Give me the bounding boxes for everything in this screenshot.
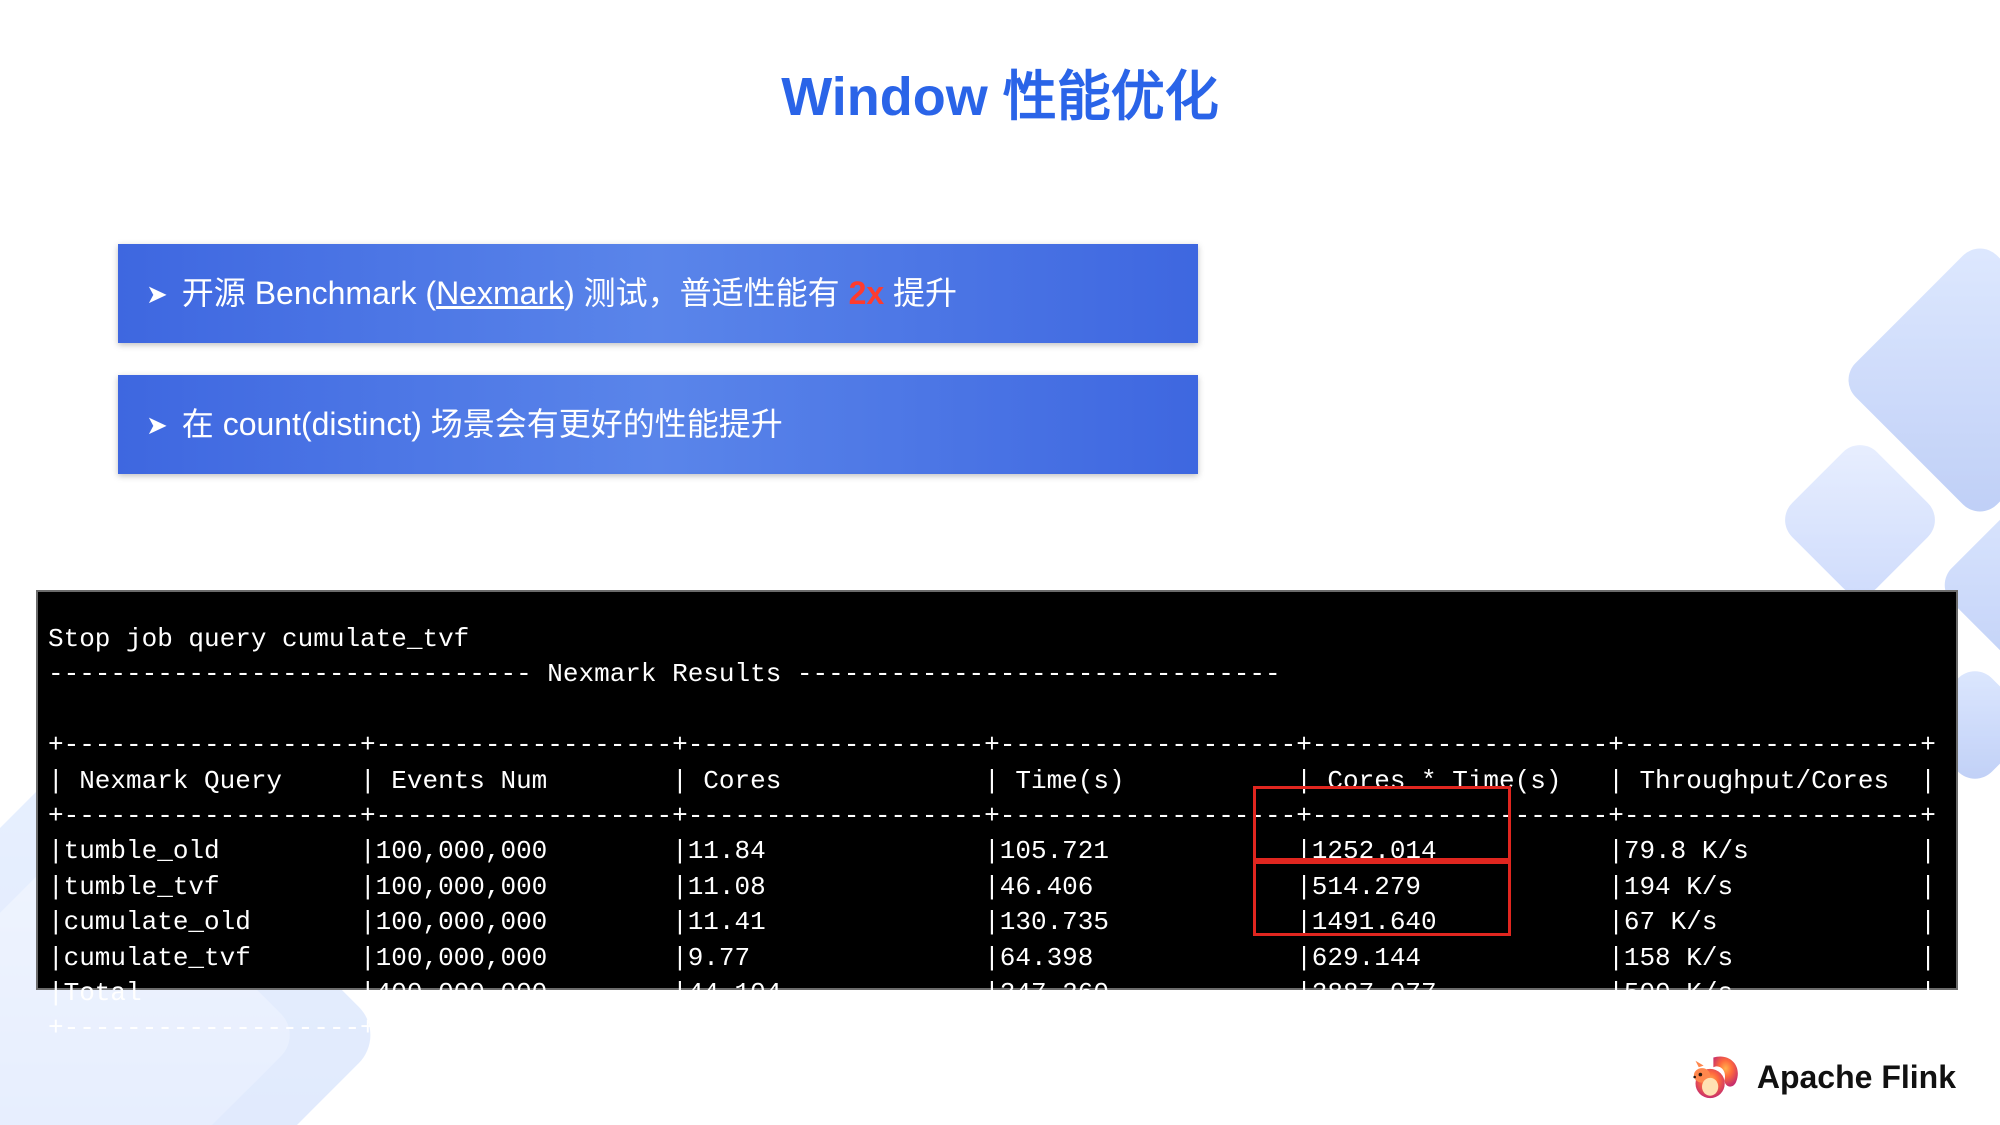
flink-logo-icon [1689,1051,1741,1103]
page-title: Window 性能优化 [0,52,2000,131]
footer-brand-label: Apache Flink [1757,1059,1956,1096]
bullet-1-link: Nexmark [436,275,564,311]
terminal: Stop job query cumulate_tvf ------------… [36,590,1958,990]
arrow-icon: ➤ [146,281,168,307]
bullet-list: ➤ 开源 Benchmark (Nexmark) 测试，普适性能有 2x 提升 … [118,244,1198,506]
bullet-1-pre: 开源 Benchmark ( [182,275,436,311]
bullet-2-text: 在 count(distinct) 场景会有更好的性能提升 [182,403,783,446]
bullet-1-red: 2x [849,275,885,311]
bullet-2: ➤ 在 count(distinct) 场景会有更好的性能提升 [118,375,1198,474]
terminal-output: Stop job query cumulate_tvf ------------… [48,622,1950,1047]
bullet-1-text: 开源 Benchmark (Nexmark) 测试，普适性能有 2x 提升 [182,272,957,315]
bullet-1-post: 提升 [884,275,957,311]
footer-brand: Apache Flink [1689,1051,1956,1103]
bullet-1-mid: ) 测试，普适性能有 [564,275,848,311]
arrow-icon: ➤ [146,412,168,438]
bullet-1: ➤ 开源 Benchmark (Nexmark) 测试，普适性能有 2x 提升 [118,244,1198,343]
